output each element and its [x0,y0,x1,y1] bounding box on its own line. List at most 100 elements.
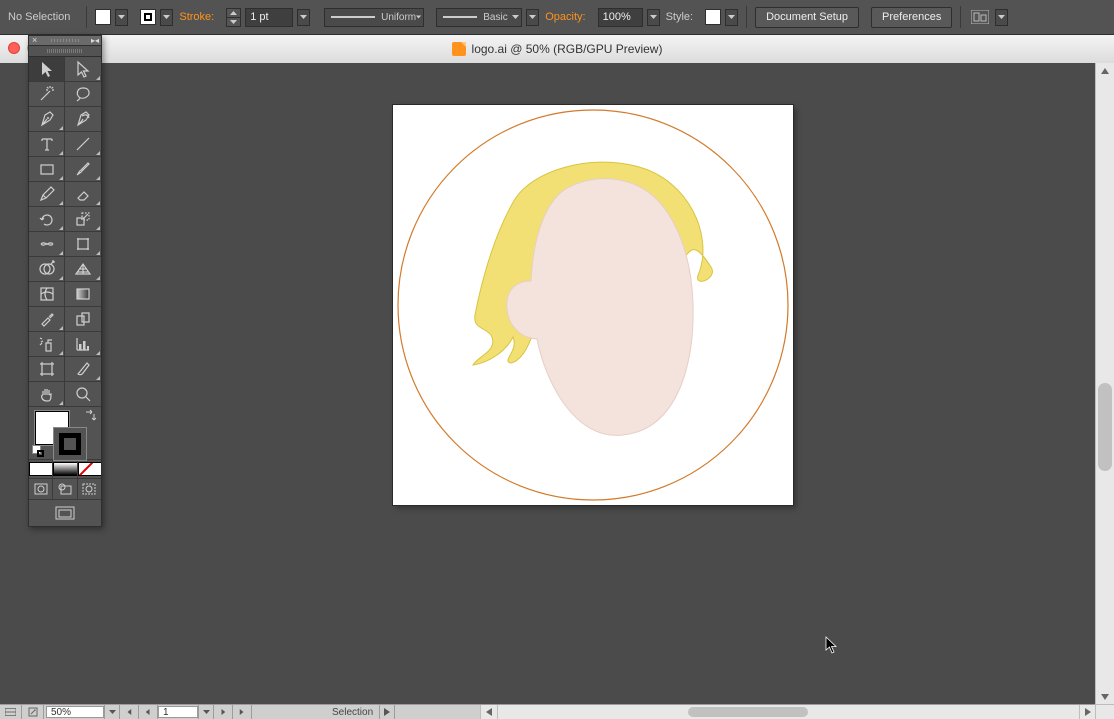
scroll-left-arrow[interactable] [481,705,498,719]
document-setup-button[interactable]: Document Setup [755,7,859,28]
zoom-level-input[interactable]: 50% [46,706,104,718]
screen-mode-button[interactable] [29,500,101,526]
artwork-svg [393,105,793,505]
stroke-weight-spinner[interactable] [226,8,241,27]
scroll-down-arrow[interactable] [1096,689,1114,705]
mesh-tool[interactable] [29,282,65,307]
document-title: logo.ai @ 50% (RGB/GPU Preview) [472,42,663,56]
color-mode-gradient[interactable] [53,460,77,478]
perspective-grid-tool[interactable] [65,257,101,282]
stroke-label[interactable]: Stroke: [177,11,222,23]
stroke-swatch[interactable] [140,9,156,25]
paintbrush-tool[interactable] [65,157,101,182]
swap-fill-stroke-icon[interactable] [83,409,97,423]
lasso-tool[interactable] [65,82,101,107]
zoom-level-dropdown[interactable] [104,705,120,719]
graphic-style-dropdown[interactable] [725,9,738,26]
brush-definition-dropdown[interactable]: Basic [436,8,522,27]
selection-status-label: No Selection [6,11,78,23]
gradient-tool[interactable] [65,282,101,307]
variable-width-profile-dropdown[interactable]: Uniform [324,8,424,27]
tools-panel: × ▸◂ [28,35,102,527]
brush-definition-menu[interactable] [526,9,539,26]
draw-normal-icon[interactable] [29,479,53,499]
curvature-tool[interactable] [65,107,101,132]
last-artboard-button[interactable] [233,705,252,719]
opacity-input[interactable]: 100% [598,8,643,27]
ai-file-icon [452,42,466,56]
artboard-number-dropdown[interactable] [198,705,214,719]
opacity-label[interactable]: Opacity: [543,11,593,23]
statusbar-menu-1[interactable] [0,705,22,719]
stroke-weight-dropdown[interactable] [297,9,310,26]
rotate-tool[interactable] [29,207,65,232]
fill-swatch-dropdown[interactable] [115,9,128,26]
default-fill-stroke-icon[interactable] [32,445,44,457]
artboard[interactable] [393,105,793,505]
blend-tool[interactable] [65,307,101,332]
horizontal-scrollbar[interactable] [480,705,1096,719]
document-title-bar: logo.ai @ 50% (RGB/GPU Preview) [0,35,1114,64]
statusbar-menu-2[interactable] [22,705,44,719]
draw-behind-icon[interactable] [53,479,77,499]
pen-tool[interactable] [29,107,65,132]
divider [960,6,961,28]
graphic-style-swatch[interactable] [705,9,721,25]
zoom-tool[interactable] [65,382,101,407]
scroll-up-arrow[interactable] [1096,63,1114,79]
symbol-sprayer-tool[interactable] [29,332,65,357]
free-transform-tool[interactable] [65,232,101,257]
tool-grid [29,57,101,407]
horizontal-scroll-thumb[interactable] [688,707,808,717]
first-artboard-button[interactable] [120,705,139,719]
eraser-tool[interactable] [65,182,101,207]
color-mode-none[interactable] [78,460,101,478]
line-segment-tool[interactable] [65,132,101,157]
color-mode-solid[interactable] [29,460,53,478]
scroll-right-arrow[interactable] [1079,705,1096,719]
prev-artboard-button[interactable] [139,705,158,719]
width-tool[interactable] [29,232,65,257]
align-to-dropdown[interactable] [995,9,1008,26]
fill-swatch[interactable] [95,9,111,25]
slice-tool[interactable] [65,357,101,382]
hand-tool[interactable] [29,382,65,407]
opacity-dropdown[interactable] [647,9,660,26]
artboard-number-input[interactable]: 1 [158,706,198,718]
direct-selection-tool[interactable] [65,57,101,82]
fill-stroke-block [29,407,101,460]
tools-panel-header[interactable]: × ▸◂ [29,36,101,46]
align-to-icon[interactable] [969,9,991,25]
mouse-cursor-icon [825,636,839,654]
vertical-scrollbar[interactable] [1095,63,1114,705]
control-bar: No Selection Stroke: 1 pt Uniform Basic … [0,0,1114,35]
stroke-weight-input[interactable]: 1 pt [245,8,293,27]
status-bar: 50% 1 Selection [0,704,1114,719]
scale-tool[interactable] [65,207,101,232]
next-artboard-button[interactable] [214,705,233,719]
artboard-tool[interactable] [29,357,65,382]
window-close-button[interactable] [8,42,20,54]
scrollbar-corner [1095,704,1114,719]
style-label: Style: [664,11,702,23]
close-icon[interactable]: × [32,36,37,45]
vertical-scroll-thumb[interactable] [1098,383,1112,471]
column-graph-tool[interactable] [65,332,101,357]
drawing-mode-row [29,479,101,500]
eyedropper-tool[interactable] [29,307,65,332]
status-info-dropdown[interactable] [379,705,395,719]
preferences-button[interactable]: Preferences [871,7,952,28]
type-tool[interactable] [29,132,65,157]
draw-inside-icon[interactable] [78,479,101,499]
selection-tool[interactable] [29,57,65,82]
rectangle-tool[interactable] [29,157,65,182]
magic-wand-tool[interactable] [29,82,65,107]
divider [746,6,747,28]
stroke-color-swatch[interactable] [53,427,87,461]
canvas-area[interactable] [0,63,1096,705]
pencil-tool[interactable] [29,182,65,207]
tools-panel-drag-grip[interactable] [29,46,101,57]
collapse-icon[interactable]: ▸◂ [91,36,99,45]
stroke-swatch-dropdown[interactable] [160,9,173,26]
shape-builder-tool[interactable] [29,257,65,282]
